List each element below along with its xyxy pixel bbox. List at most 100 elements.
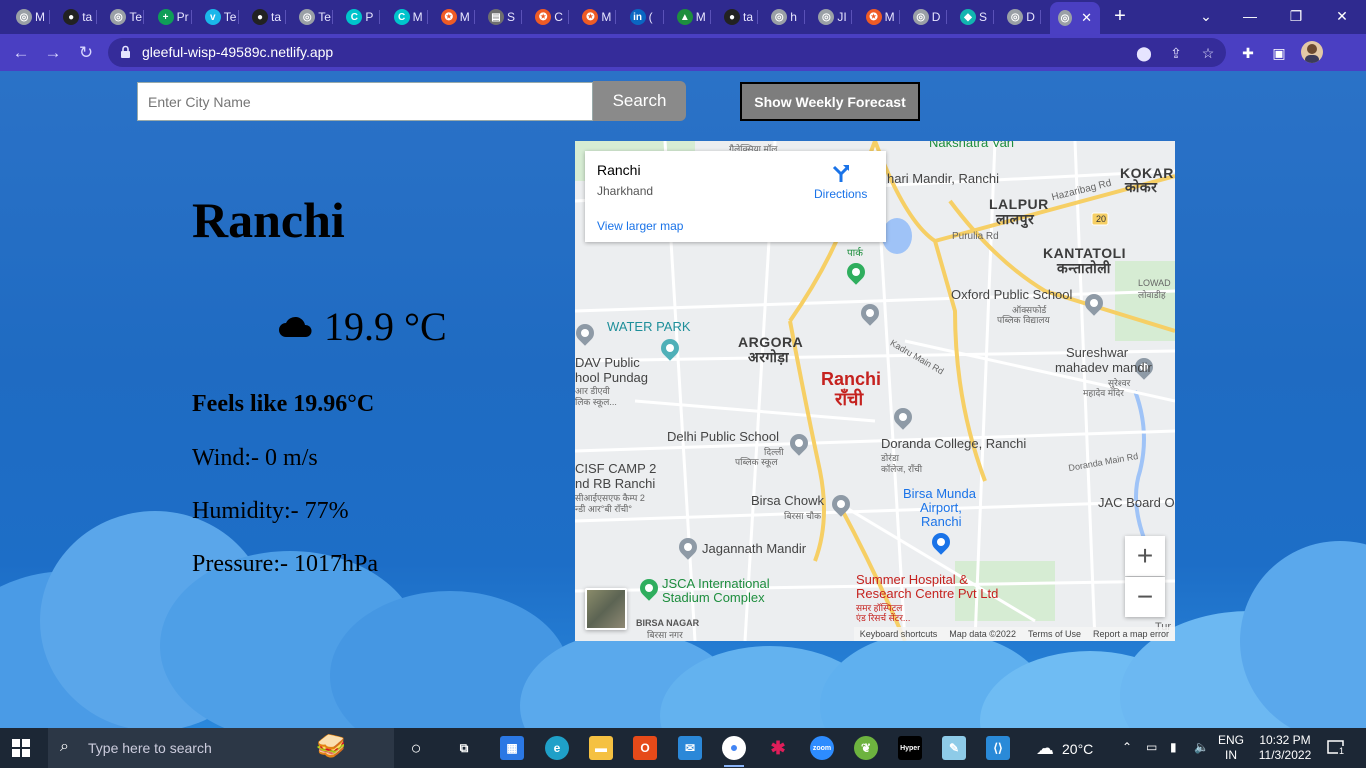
- chevron-up-icon[interactable]: ⌃: [1122, 740, 1132, 754]
- clock-time: 10:32 PM: [1259, 733, 1311, 747]
- map-attribution: Keyboard shortcuts Map data ©2022 Terms …: [853, 627, 1175, 641]
- tab-active[interactable]: ◎ ✕: [1050, 2, 1100, 34]
- globe-icon: ◎: [110, 9, 127, 25]
- back-button[interactable]: ←: [10, 42, 32, 64]
- tab-separator: [993, 10, 994, 24]
- browser-tab[interactable]: ✪ M: [433, 3, 470, 31]
- tab-separator: [96, 10, 98, 24]
- browser-tab[interactable]: ● ta: [244, 3, 281, 31]
- mail-icon[interactable]: ✉: [678, 736, 702, 760]
- map-label: लिक स्कूल...: [575, 397, 617, 407]
- notepad-icon[interactable]: ✎: [942, 736, 966, 760]
- map-label: Doranda College, Ranchi: [881, 436, 1027, 451]
- keyboard-shortcuts-link[interactable]: Keyboard shortcuts: [860, 627, 938, 641]
- google-map[interactable]: Nakshatra Van गैलेक्सिया मॉल hari Mandir…: [575, 141, 1175, 641]
- city-search-input[interactable]: [137, 82, 593, 121]
- browser-tab[interactable]: ◎ M: [8, 3, 45, 31]
- browser-tab[interactable]: ● ta: [55, 3, 92, 31]
- zoom-out-button[interactable]: −: [1125, 577, 1165, 617]
- close-window-button[interactable]: ✕: [1330, 6, 1354, 26]
- reload-button[interactable]: ↻: [75, 42, 97, 64]
- cloud-icon: [279, 316, 312, 337]
- edge-icon[interactable]: e: [545, 736, 569, 760]
- browser-tab[interactable]: ✪ M: [574, 3, 611, 31]
- map-label: CISF CAMP 2: [575, 461, 657, 476]
- store-icon[interactable]: ▦: [500, 736, 524, 760]
- profile-avatar[interactable]: [1301, 41, 1323, 63]
- map-label: Research Centre Pvt Ltd: [856, 586, 999, 601]
- map-label: बिरसा नगर: [647, 630, 683, 640]
- browser-tab[interactable]: in(: [622, 3, 653, 31]
- browser-tab[interactable]: ✪ M: [858, 3, 895, 31]
- tab-title: Te: [318, 10, 331, 24]
- map-place-subtitle: Jharkhand: [597, 184, 654, 198]
- terms-link[interactable]: Terms of Use: [1028, 627, 1081, 641]
- restore-button[interactable]: ❐: [1284, 6, 1308, 26]
- tab-title: D: [931, 10, 941, 24]
- office-icon[interactable]: O: [633, 736, 657, 760]
- hyper-terminal-icon[interactable]: Hyper: [898, 736, 922, 760]
- file-explorer-icon[interactable]: ▬: [589, 736, 613, 760]
- taskbar-search-box[interactable]: ⌕ Type here to search 🥪: [48, 728, 394, 768]
- task-view-icon[interactable]: ⧉: [452, 736, 476, 760]
- taskbar-weather[interactable]: ☁ 20°C: [1036, 738, 1093, 759]
- bookmark-star-icon[interactable]: ☆: [1199, 44, 1217, 62]
- browser-tab[interactable]: ◎ Te: [102, 3, 142, 31]
- zoom-icon[interactable]: zoom: [810, 736, 834, 760]
- browser-tab[interactable]: CM: [386, 3, 423, 31]
- browser-tab[interactable]: ◎ D: [999, 3, 1035, 31]
- spring-icon[interactable]: ❦: [854, 736, 878, 760]
- tab-title: ta: [82, 10, 93, 24]
- location-icon[interactable]: ⬤: [1135, 44, 1153, 62]
- browser-tab[interactable]: v Te: [197, 3, 236, 31]
- tab-search-icon[interactable]: ⌄: [1194, 6, 1218, 26]
- browser-tab[interactable]: ◎ h: [763, 3, 797, 31]
- search-button[interactable]: Search: [593, 81, 686, 121]
- tab-title: M: [35, 10, 45, 24]
- browser-tab[interactable]: ▲ M: [669, 3, 706, 31]
- browser-tab[interactable]: ◎ Te: [291, 3, 331, 31]
- battery-icon[interactable]: ▮: [1170, 740, 1177, 754]
- minimize-button[interactable]: —: [1238, 6, 1262, 26]
- side-panel-icon[interactable]: ▣: [1269, 43, 1289, 63]
- zoom-in-button[interactable]: +: [1125, 536, 1165, 576]
- meet-now-icon[interactable]: ▭: [1146, 740, 1157, 754]
- directions-icon[interactable]: [831, 163, 851, 183]
- url-bar[interactable]: gleeful-wisp-49589c.netlify.app ⬤ ⇪ ☆: [108, 38, 1226, 67]
- browser-tab[interactable]: ● ta: [716, 3, 753, 31]
- cortana-icon[interactable]: ○: [404, 736, 428, 760]
- slack-icon[interactable]: ✱: [766, 736, 790, 760]
- browser-tab[interactable]: CP: [338, 3, 373, 31]
- tab-separator: [426, 10, 428, 24]
- store-icon: ▤: [488, 9, 504, 25]
- browser-tab[interactable]: + Pr: [150, 3, 189, 31]
- tab-title: h: [790, 10, 797, 24]
- taskbar-clock[interactable]: 10:32 PM 11/3/2022: [1254, 733, 1316, 763]
- directions-link[interactable]: Directions: [814, 187, 867, 201]
- input-language[interactable]: ENG IN: [1218, 733, 1244, 763]
- extensions-icon[interactable]: ✚: [1238, 43, 1258, 63]
- share-icon[interactable]: ⇪: [1167, 44, 1185, 62]
- chrome-icon[interactable]: [722, 736, 746, 767]
- browser-tab[interactable]: ◎ JI: [810, 3, 847, 31]
- tab-separator: [1040, 10, 1042, 24]
- forward-button[interactable]: →: [42, 42, 64, 64]
- report-error-link[interactable]: Report a map error: [1093, 627, 1169, 641]
- speaker-icon[interactable]: 🔈: [1194, 740, 1209, 754]
- satellite-toggle-button[interactable]: [585, 588, 627, 630]
- new-tab-button[interactable]: +: [1110, 6, 1130, 26]
- view-larger-map-link[interactable]: View larger map: [597, 219, 683, 233]
- vscode-icon[interactable]: ⟨⟩: [986, 736, 1010, 760]
- weekly-forecast-button[interactable]: Show Weekly Forecast: [740, 82, 920, 121]
- tab-close-icon[interactable]: ✕: [1081, 10, 1092, 26]
- weather-app: Search Show Weekly Forecast Ranchi 19.9 …: [0, 71, 1366, 728]
- browser-tab[interactable]: ▤ S: [480, 3, 515, 31]
- browser-tab[interactable]: ◆ S: [952, 3, 987, 31]
- browser-tab[interactable]: ✪ C: [527, 3, 563, 31]
- map-label: Stadium Complex: [662, 590, 765, 605]
- map-label: Sureshwar: [1066, 345, 1129, 360]
- notification-center-icon[interactable]: 1: [1326, 738, 1346, 758]
- browser-tab[interactable]: ◎ D: [905, 3, 941, 31]
- tab-title: ta: [271, 10, 282, 24]
- windows-start-icon[interactable]: [12, 739, 30, 757]
